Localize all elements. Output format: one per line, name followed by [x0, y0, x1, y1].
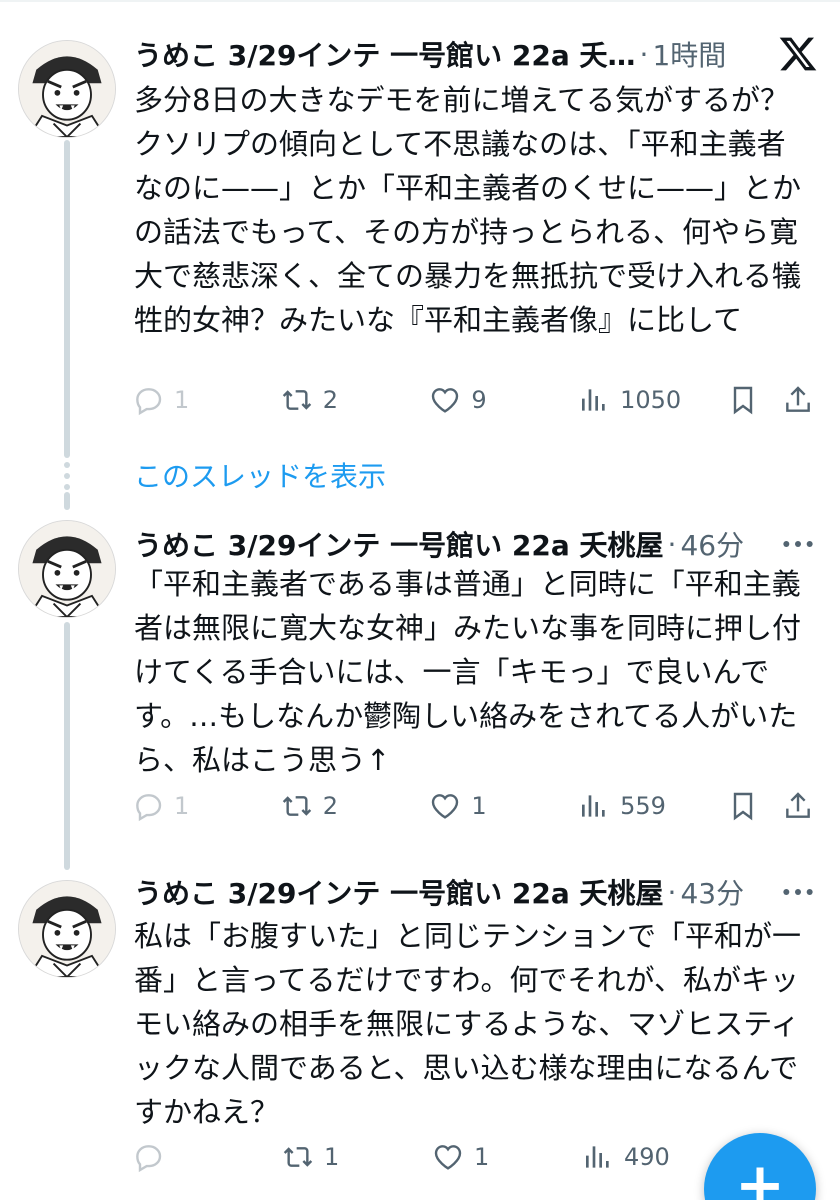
- like-icon: [434, 1145, 462, 1170]
- retweet-count: 2: [322, 792, 338, 820]
- view-count: 559: [620, 792, 666, 820]
- action-bar: 1 2 9 1050: [132, 378, 822, 422]
- compose-plus-label: +: [734, 1150, 786, 1200]
- views-button[interactable]: 559: [578, 790, 727, 822]
- tweet-3[interactable]: うめこ 3/29インテ 一号館い 22a 夭桃屋 · 43分 私は「お腹すいた」…: [0, 860, 840, 1200]
- reply-icon: [136, 388, 162, 416]
- author-name[interactable]: うめこ 3/29インテ 一号館い 22a 夭桃屋: [134, 526, 664, 562]
- separator: ·: [639, 37, 649, 71]
- share-icon: [786, 386, 811, 412]
- reply-count: 1: [174, 792, 190, 820]
- like-icon: [432, 388, 459, 413]
- reply-count: 1: [174, 386, 190, 414]
- timestamp[interactable]: 46分: [680, 526, 744, 562]
- more-icon[interactable]: [778, 872, 818, 912]
- bookmark-button[interactable]: [727, 384, 783, 416]
- like-count: 1: [474, 1143, 490, 1171]
- show-thread-link[interactable]: このスレッドを表示: [134, 455, 386, 495]
- reply-button[interactable]: 1: [132, 384, 281, 416]
- more-icon[interactable]: [778, 524, 818, 564]
- timestamp[interactable]: 43分: [680, 874, 744, 910]
- retweet-button[interactable]: 2: [281, 384, 430, 416]
- like-icon: [432, 794, 459, 819]
- tweet-text: 私は「お腹すいた」と同じテンションで「平和が一番」と言ってるだけですわ。何でそれ…: [134, 919, 802, 1129]
- avatar[interactable]: [18, 40, 116, 138]
- author-name[interactable]: うめこ 3/29インテ 一号館い 22a 夭…: [134, 36, 636, 72]
- x-logo-icon: [778, 34, 818, 74]
- bookmark-icon: [733, 386, 753, 415]
- view-count: 490: [624, 1143, 670, 1171]
- share-icon: [786, 792, 811, 818]
- tweet-text: 「平和主義者である事は普通」と同時に「平和主義者は無限に寛大な女神」みたいな事を…: [134, 567, 802, 777]
- separator: ·: [667, 527, 677, 561]
- avatar-illustration: [19, 41, 115, 137]
- avatar-illustration: [19, 521, 115, 617]
- view-count: 1050: [620, 386, 682, 414]
- views-icon: [586, 1146, 609, 1168]
- retweet-button[interactable]: 1: [282, 1141, 432, 1173]
- retweet-icon: [283, 1147, 313, 1167]
- tweet-header: うめこ 3/29インテ 一号館い 22a 夭桃屋 · 46分: [134, 526, 770, 563]
- like-count: 9: [471, 386, 487, 414]
- action-bar: 1 2 1 559: [132, 784, 822, 828]
- views-icon: [582, 389, 605, 411]
- timestamp[interactable]: 1時間: [652, 36, 726, 72]
- reply-icon: [136, 1145, 162, 1173]
- like-button[interactable]: 9: [429, 384, 578, 416]
- retweet-icon: [282, 796, 311, 816]
- avatar[interactable]: [18, 880, 116, 978]
- separator: ·: [667, 875, 677, 909]
- like-count: 1: [471, 792, 487, 820]
- timeline: うめこ 3/29インテ 一号館い 22a 夭… · 1時間 多分8日の大きなデモ…: [0, 0, 840, 1200]
- share-button[interactable]: [782, 384, 822, 416]
- tweet-1[interactable]: うめこ 3/29インテ 一号館い 22a 夭… · 1時間 多分8日の大きなデモ…: [0, 0, 840, 440]
- reply-icon: [136, 794, 162, 822]
- tweet-2[interactable]: うめこ 3/29インテ 一号館い 22a 夭桃屋 · 46分 「平和主義者である…: [0, 500, 840, 860]
- share-button[interactable]: [782, 790, 822, 822]
- tweet-header: うめこ 3/29インテ 一号館い 22a 夭桃屋 · 43分: [134, 874, 770, 911]
- views-icon: [582, 795, 605, 817]
- retweet-button[interactable]: 2: [281, 790, 430, 822]
- reply-button[interactable]: 1: [132, 790, 281, 822]
- retweet-count: 1: [324, 1143, 340, 1171]
- like-button[interactable]: 1: [432, 1141, 582, 1173]
- tweet-text: 多分8日の大きなデモを前に増えてる気がするが？クソリプの傾向として不思議なのは、…: [134, 83, 802, 337]
- views-button[interactable]: 1050: [578, 384, 727, 416]
- tweet-header: うめこ 3/29インテ 一号館い 22a 夭… · 1時間: [134, 36, 770, 73]
- bookmark-button[interactable]: [727, 790, 783, 822]
- bookmark-icon: [733, 792, 753, 821]
- reply-button[interactable]: [132, 1141, 282, 1173]
- thread-gap-dots: [64, 462, 70, 495]
- retweet-count: 2: [322, 386, 338, 414]
- author-name[interactable]: うめこ 3/29インテ 一号館い 22a 夭桃屋: [134, 874, 664, 910]
- avatar-illustration: [19, 881, 115, 977]
- like-button[interactable]: 1: [429, 790, 578, 822]
- avatar[interactable]: [18, 520, 116, 618]
- retweet-icon: [282, 390, 311, 410]
